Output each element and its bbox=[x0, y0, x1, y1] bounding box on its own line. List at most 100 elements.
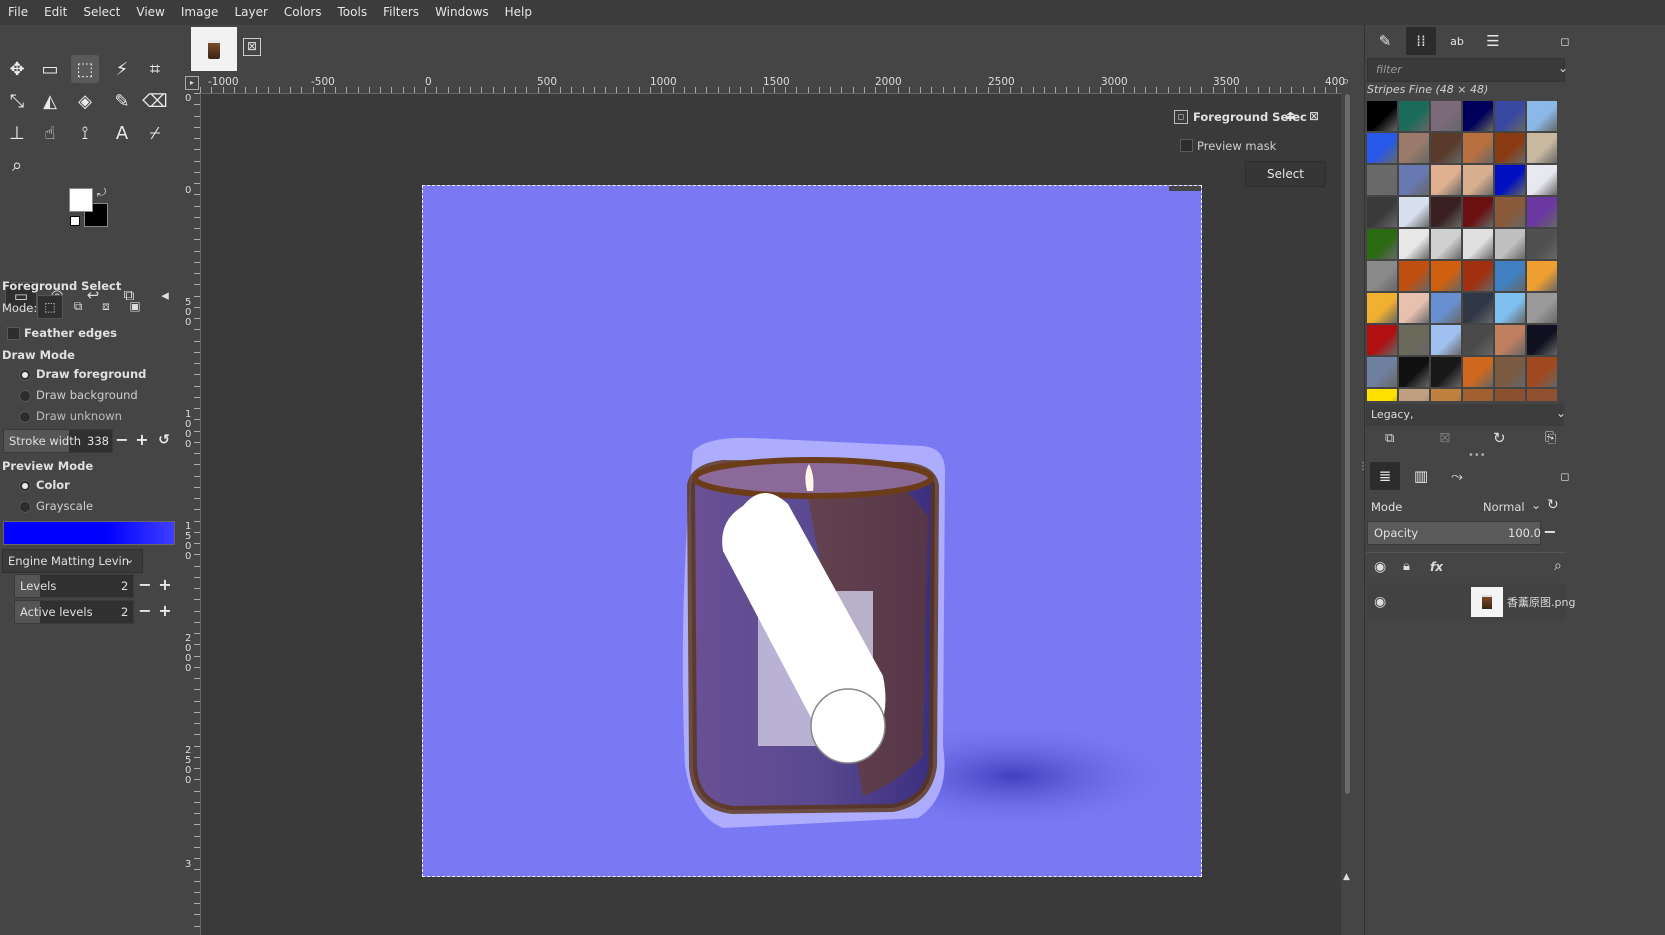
default-colors-icon[interactable] bbox=[70, 216, 80, 226]
tab-patterns[interactable]: ⁞⁞ bbox=[1406, 27, 1436, 55]
rect-select-tool-button[interactable]: ▭ bbox=[36, 55, 64, 83]
levels-plus-icon[interactable]: + bbox=[157, 577, 173, 593]
active-levels-spinner[interactable]: Active levels 2 bbox=[14, 600, 134, 624]
pattern-swatch[interactable] bbox=[1527, 357, 1557, 387]
pattern-swatch[interactable] bbox=[1495, 197, 1525, 227]
opacity-spinner[interactable]: Opacity 100.0 bbox=[1367, 521, 1541, 545]
engine-dropdown[interactable]: Engine Matting Levin ⌄ bbox=[2, 549, 143, 573]
pattern-swatch[interactable] bbox=[1399, 389, 1429, 401]
tab-brushes[interactable]: ✎ bbox=[1370, 27, 1400, 55]
pattern-swatch[interactable] bbox=[1495, 101, 1525, 131]
tab-document-history[interactable]: ☰ bbox=[1478, 27, 1508, 55]
pattern-swatch[interactable] bbox=[1431, 133, 1461, 163]
pattern-filter-input[interactable]: filter ⌄ bbox=[1367, 58, 1568, 82]
pattern-swatch[interactable] bbox=[1431, 389, 1461, 401]
pattern-swatch[interactable] bbox=[1463, 101, 1493, 131]
pattern-swatch[interactable] bbox=[1431, 101, 1461, 131]
text-tool-button[interactable]: A bbox=[108, 119, 136, 147]
draw-unknown-radio[interactable] bbox=[19, 411, 31, 423]
menu-filters[interactable]: Filters bbox=[375, 0, 427, 25]
pattern-swatch[interactable] bbox=[1367, 325, 1397, 355]
dock-separator-handle[interactable]: ••• bbox=[1468, 450, 1486, 461]
eject-icon[interactable]: ⏏ bbox=[1285, 108, 1296, 122]
pattern-swatch[interactable] bbox=[1463, 325, 1493, 355]
pattern-swatch[interactable] bbox=[1527, 293, 1557, 323]
pattern-swatch[interactable] bbox=[1527, 197, 1557, 227]
mode-add-button[interactable]: ⧉ bbox=[68, 296, 88, 316]
pattern-swatch[interactable] bbox=[1399, 101, 1429, 131]
pattern-swatch[interactable] bbox=[1431, 229, 1461, 259]
pattern-swatch[interactable] bbox=[1495, 229, 1525, 259]
pattern-swatch[interactable] bbox=[1495, 325, 1525, 355]
mode-subtract-button[interactable]: ⧈ bbox=[96, 296, 116, 316]
menu-file[interactable]: File bbox=[0, 0, 36, 25]
left-dock-resize-handle[interactable]: ⋮ bbox=[178, 462, 188, 479]
eraser-tool-button[interactable]: ⌫ bbox=[141, 87, 169, 115]
mode-replace-button[interactable]: ⬚ bbox=[37, 295, 63, 319]
pattern-swatch[interactable] bbox=[1527, 389, 1557, 401]
pattern-swatch[interactable] bbox=[1463, 261, 1493, 291]
active-levels-minus-icon[interactable]: − bbox=[137, 603, 153, 619]
duplicate-pattern-icon[interactable]: ⧉ bbox=[1385, 431, 1394, 446]
stroke-width-minus-icon[interactable]: − bbox=[114, 432, 130, 448]
tab-menu-right-top[interactable]: ◻ bbox=[1555, 27, 1575, 55]
pattern-swatch[interactable] bbox=[1367, 197, 1397, 227]
pattern-swatch[interactable] bbox=[1495, 389, 1525, 401]
pattern-swatch[interactable] bbox=[1463, 229, 1493, 259]
refresh-patterns-icon[interactable]: ↻ bbox=[1493, 429, 1506, 447]
color-picker-tool-button[interactable]: ⌿ bbox=[141, 119, 169, 147]
preview-grayscale-radio[interactable] bbox=[19, 501, 31, 513]
pattern-swatch[interactable] bbox=[1399, 165, 1429, 195]
menu-colors[interactable]: Colors bbox=[276, 0, 330, 25]
pattern-swatch[interactable] bbox=[1399, 357, 1429, 387]
pattern-swatch[interactable] bbox=[1431, 357, 1461, 387]
image-tab-thumbnail[interactable] bbox=[191, 27, 237, 71]
clone-tool-button[interactable]: ⊥ bbox=[3, 119, 31, 147]
pattern-swatch[interactable] bbox=[1463, 389, 1493, 401]
levels-minus-icon[interactable]: − bbox=[137, 577, 153, 593]
pattern-swatch[interactable] bbox=[1527, 229, 1557, 259]
crop-tool-button[interactable]: ⌗ bbox=[141, 55, 169, 83]
vertical-scrollbar-thumb[interactable] bbox=[1345, 94, 1350, 794]
search-icon[interactable]: ⌕ bbox=[1554, 558, 1562, 574]
tab-layers[interactable]: ≣ bbox=[1370, 462, 1400, 490]
pattern-swatch[interactable] bbox=[1527, 133, 1557, 163]
pattern-grid[interactable] bbox=[1367, 101, 1565, 401]
pattern-swatch[interactable] bbox=[1367, 357, 1397, 387]
tab-menu-right-bottom[interactable]: ◻ bbox=[1555, 462, 1575, 490]
layer-row[interactable]: ◉ 香薰原图.png bbox=[1366, 583, 1575, 621]
pattern-swatch[interactable] bbox=[1495, 133, 1525, 163]
tab-paths[interactable]: ⤳ bbox=[1442, 462, 1472, 490]
pattern-swatch[interactable] bbox=[1431, 261, 1461, 291]
pattern-swatch[interactable] bbox=[1463, 357, 1493, 387]
pattern-swatch[interactable] bbox=[1367, 229, 1397, 259]
zoom-image-icon[interactable]: ⌕ bbox=[1342, 74, 1358, 90]
opacity-minus-icon[interactable]: − bbox=[1542, 524, 1558, 540]
pattern-swatch[interactable] bbox=[1431, 165, 1461, 195]
preview-color-radio[interactable] bbox=[19, 480, 31, 492]
pattern-swatch[interactable] bbox=[1463, 293, 1493, 323]
menu-edit[interactable]: Edit bbox=[36, 0, 75, 25]
pattern-swatch[interactable] bbox=[1367, 133, 1397, 163]
menu-view[interactable]: View bbox=[128, 0, 172, 25]
feather-edges-checkbox[interactable] bbox=[7, 327, 20, 340]
stroke-width-plus-icon[interactable]: + bbox=[134, 432, 150, 448]
zoom-tool-button[interactable]: ⌕ bbox=[3, 151, 31, 179]
foreground-color-swatch[interactable] bbox=[69, 188, 93, 212]
vertical-scrollbar[interactable] bbox=[1343, 94, 1353, 794]
tab-menu-button[interactable]: ◂ bbox=[150, 282, 180, 308]
foreground-select-tool-button[interactable]: ⬚ bbox=[71, 55, 99, 83]
layer-mode-dropdown[interactable]: Normal ⌄ bbox=[1473, 495, 1541, 517]
pattern-swatch[interactable] bbox=[1367, 261, 1397, 291]
smudge-tool-button[interactable]: ☝ bbox=[36, 119, 64, 147]
select-button[interactable]: Select bbox=[1245, 161, 1326, 187]
menu-tools[interactable]: Tools bbox=[330, 0, 376, 25]
scroll-up-icon[interactable]: ▲ bbox=[1343, 872, 1350, 882]
warp-transform-tool-button[interactable]: ◭ bbox=[36, 87, 64, 115]
pattern-swatch[interactable] bbox=[1527, 165, 1557, 195]
pattern-swatch[interactable] bbox=[1495, 357, 1525, 387]
draw-foreground-radio[interactable] bbox=[19, 369, 31, 381]
fuzzy-select-tool-button[interactable]: ⚡ bbox=[108, 55, 136, 83]
swap-colors-icon[interactable]: ⤾ bbox=[97, 186, 106, 200]
ruler-corner-button[interactable]: ▸ bbox=[185, 76, 199, 90]
